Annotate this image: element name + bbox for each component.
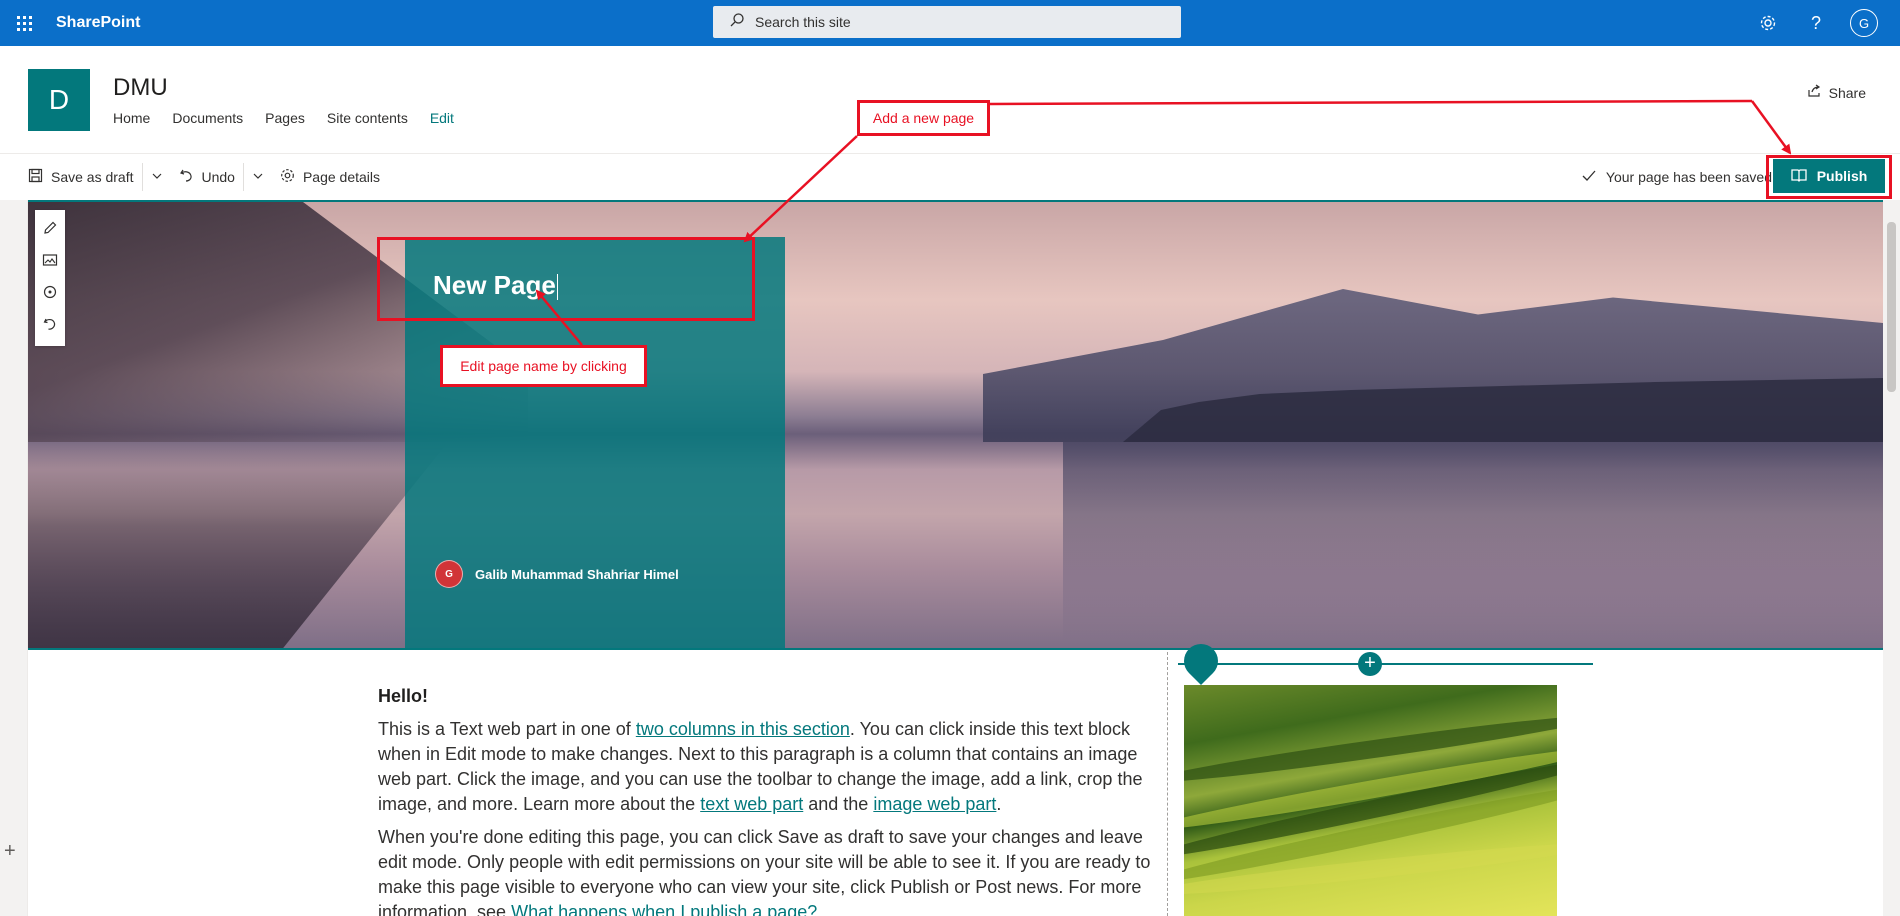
scrollbar-thumb[interactable] (1887, 222, 1896, 392)
gear-icon (280, 168, 295, 186)
web-part-selection-bar (1178, 663, 1593, 665)
link-what-happens-publish[interactable]: What happens when I publish a page? (511, 902, 817, 916)
page-details-label: Page details (302, 169, 381, 185)
share-label: Share (1828, 84, 1866, 101)
reset-icon[interactable] (42, 316, 58, 337)
add-web-part-plus-icon[interactable]: + (1358, 652, 1382, 676)
sharepoint-brand[interactable]: SharePoint (56, 14, 140, 32)
water-reflection (1063, 442, 1883, 642)
add-section-plus-icon[interactable]: + (4, 840, 16, 863)
save-as-draft-button[interactable]: Save as draft (20, 155, 142, 199)
paragraph: When you're done editing this page, you … (378, 825, 1158, 916)
save-icon (28, 168, 43, 186)
nav-home[interactable]: Home (113, 110, 150, 126)
search-box[interactable]: Search this site (713, 6, 1181, 38)
text-web-part[interactable]: Hello! This is a Text web part in one of… (378, 684, 1158, 916)
title-region-hero[interactable]: New Page G Galib Muhammad Shahriar Himel (28, 200, 1883, 650)
vertical-scrollbar[interactable] (1883, 200, 1900, 916)
undo-label: Undo (201, 169, 235, 185)
help-icon[interactable]: ? (1792, 0, 1840, 46)
hero-toolbar (35, 210, 65, 346)
nav-edit[interactable]: Edit (430, 110, 454, 126)
undo-options-dropdown[interactable] (244, 155, 272, 199)
save-status-text: Your page has been saved (1605, 169, 1772, 185)
site-navigation: Home Documents Pages Site contents Edit (113, 110, 476, 126)
nav-documents[interactable]: Documents (172, 110, 243, 126)
author-avatar: G (435, 560, 463, 588)
undo-icon (179, 168, 194, 186)
water-reflection (28, 442, 448, 648)
site-title[interactable]: DMU (113, 74, 168, 102)
share-icon (1807, 84, 1821, 101)
focal-point-icon[interactable] (42, 284, 58, 305)
annotation-edit-name-label: Edit page name by clicking (440, 345, 647, 387)
content-section: Hello! This is a Text web part in one of… (28, 636, 1883, 916)
annotation-add-page-label: Add a new page (857, 100, 990, 136)
checkmark-icon (1582, 169, 1596, 185)
annotation-publish-highlight (1766, 155, 1892, 199)
save-status: Your page has been saved (1582, 155, 1772, 199)
column-divider (1167, 652, 1168, 916)
change-image-icon[interactable] (42, 252, 58, 273)
suite-bar: SharePoint Search this site ? G (0, 0, 1900, 46)
share-button[interactable]: Share (1807, 84, 1866, 101)
chevron-down-icon (252, 169, 264, 185)
link-image-web-part[interactable]: image web part (873, 794, 996, 814)
save-options-dropdown[interactable] (143, 155, 171, 199)
page-details-button[interactable]: Page details (272, 155, 388, 199)
settings-gear-icon[interactable] (1744, 0, 1792, 46)
image-web-part[interactable] (1184, 685, 1557, 916)
pencil-edit-icon[interactable] (42, 220, 58, 241)
left-rail: + (0, 200, 28, 916)
author-byline[interactable]: G Galib Muhammad Shahriar Himel (435, 560, 679, 588)
annotation-title-highlight (377, 237, 755, 321)
link-two-columns[interactable]: two columns in this section (636, 719, 850, 739)
paragraph: This is a Text web part in one of two co… (378, 719, 1143, 814)
nav-pages[interactable]: Pages (265, 110, 305, 126)
chevron-down-icon (151, 169, 163, 185)
account-button[interactable]: G (1840, 0, 1888, 46)
nav-site-contents[interactable]: Site contents (327, 110, 408, 126)
search-input[interactable]: Search this site (755, 14, 851, 30)
content-heading: Hello! (378, 686, 429, 706)
undo-button[interactable]: Undo (171, 155, 243, 199)
site-logo[interactable]: D (28, 69, 90, 131)
save-as-draft-label: Save as draft (51, 169, 134, 185)
user-avatar: G (1850, 9, 1878, 37)
app-launcher-icon[interactable] (6, 0, 42, 46)
author-name: Galib Muhammad Shahriar Himel (475, 566, 679, 582)
link-text-web-part[interactable]: text web part (700, 794, 803, 814)
search-icon (729, 12, 745, 33)
